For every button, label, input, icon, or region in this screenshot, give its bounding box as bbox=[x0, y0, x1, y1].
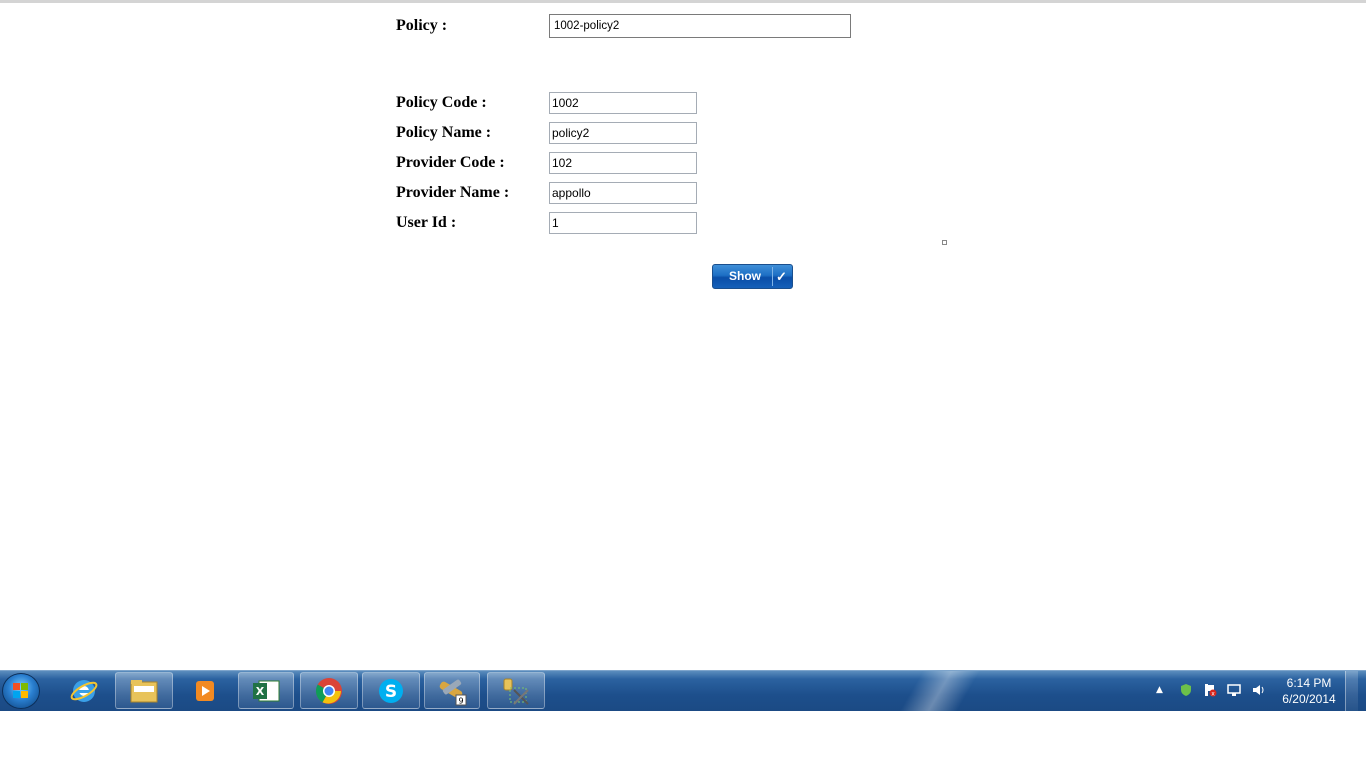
network-icon[interactable] bbox=[1227, 683, 1241, 697]
policy-name-label: Policy Name : bbox=[396, 124, 492, 141]
provider-code-field[interactable]: 102 bbox=[549, 152, 697, 174]
start-button[interactable] bbox=[2, 673, 40, 709]
skype-icon: S bbox=[379, 678, 403, 703]
taskbar-excel[interactable]: X bbox=[238, 672, 294, 709]
policy-code-label: Policy Code : bbox=[396, 94, 487, 111]
policy-name-field[interactable]: policy2 bbox=[549, 122, 697, 144]
show-desktop-button[interactable] bbox=[1345, 671, 1358, 711]
svg-text:S: S bbox=[385, 682, 397, 702]
show-button[interactable]: Show ✓ bbox=[712, 264, 793, 289]
excel-icon: X bbox=[253, 680, 280, 701]
clock-time: 6:14 PM bbox=[1286, 676, 1332, 690]
internet-explorer-icon bbox=[70, 679, 98, 702]
chrome-icon bbox=[315, 677, 342, 704]
provider-name-label: Provider Name : bbox=[396, 184, 510, 201]
taskbar-tools[interactable]: 9 bbox=[424, 672, 480, 709]
windows-logo-icon bbox=[13, 683, 29, 699]
taskbar-media-player[interactable] bbox=[176, 672, 234, 709]
taskbar-windows-explorer[interactable] bbox=[115, 672, 173, 709]
policy-code-field[interactable]: 1002 bbox=[549, 92, 697, 114]
taskbar: X S 9 ▲ x 6:14 PM 6/20/2014 bbox=[0, 670, 1366, 711]
system-clock[interactable]: 6:14 PM 6/20/2014 bbox=[1276, 675, 1342, 707]
sql-tools-icon bbox=[503, 678, 529, 705]
svg-text:X: X bbox=[256, 685, 265, 698]
taskbar-internet-explorer[interactable] bbox=[56, 672, 112, 709]
user-id-field[interactable]: 1 bbox=[549, 212, 697, 234]
provider-name-field[interactable]: appollo bbox=[549, 182, 697, 204]
clock-date: 6/20/2014 bbox=[1282, 692, 1336, 706]
policy-select[interactable]: 1002-policy2 bbox=[549, 14, 851, 38]
policy-label: Policy : bbox=[396, 17, 448, 34]
user-id-label: User Id : bbox=[396, 214, 457, 231]
media-player-icon bbox=[196, 680, 214, 701]
show-button-label: Show bbox=[729, 269, 761, 283]
shield-icon[interactable] bbox=[1179, 683, 1193, 697]
show-hidden-icons-icon[interactable]: ▲ bbox=[1156, 685, 1163, 695]
taskbar-skype[interactable]: S bbox=[362, 672, 420, 709]
tools-icon: 9 bbox=[439, 679, 467, 705]
provider-code-label: Provider Code : bbox=[396, 154, 505, 171]
check-icon: ✓ bbox=[772, 267, 790, 286]
volume-icon[interactable] bbox=[1251, 683, 1265, 697]
small-checkbox[interactable] bbox=[942, 240, 947, 245]
top-border bbox=[0, 0, 1366, 3]
windows-explorer-icon bbox=[130, 679, 158, 702]
tools-badge: 9 bbox=[458, 696, 463, 705]
action-center-icon[interactable]: x bbox=[1203, 683, 1217, 697]
svg-text:x: x bbox=[1211, 691, 1215, 698]
taskbar-chrome[interactable] bbox=[300, 672, 358, 709]
taskbar-sql-tools[interactable] bbox=[487, 672, 545, 709]
